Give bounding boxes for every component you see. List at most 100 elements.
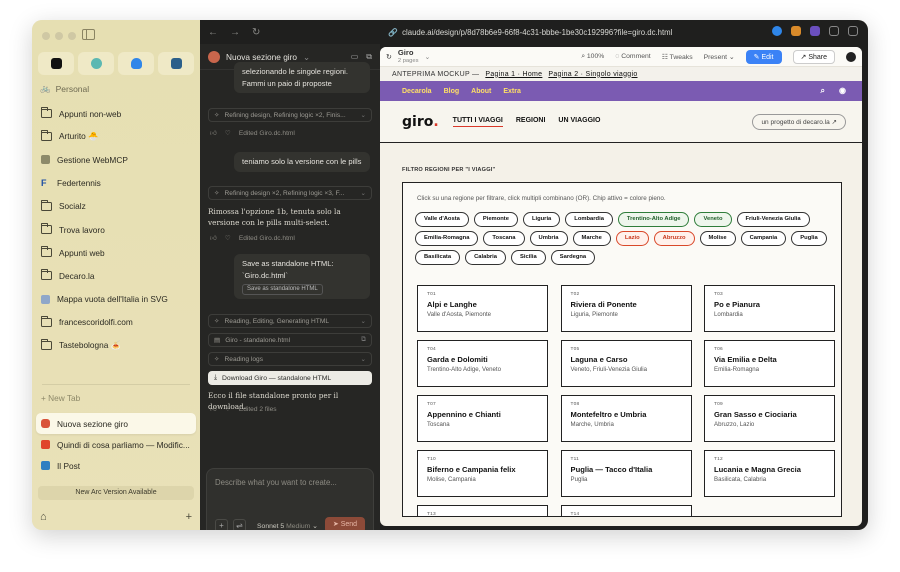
share-button[interactable]: ↗ Share [792, 49, 835, 64]
tool-activity[interactable]: ✧ Reading logs ⌄ [208, 352, 372, 366]
sidebar-toggle-icon[interactable] [82, 29, 95, 40]
preview-title[interactable]: Giro 2 pages [398, 48, 419, 65]
sidebar-tab-il-post[interactable]: Il Post [36, 455, 196, 476]
sidebar-item-francescoridolfi[interactable]: francescoridolfi.com [36, 311, 196, 334]
thumbs-up-icon[interactable]: 👍︎ [210, 234, 217, 242]
trip-card[interactable]: T02 Riviera di Ponente Liguria, Piemonte [560, 285, 692, 332]
trip-card[interactable]: T14 [560, 505, 692, 516]
trip-card[interactable]: T08 Montefeltro e Umbria Marche, Umbria [560, 395, 692, 442]
forward-icon[interactable]: → [230, 27, 240, 38]
nav-regioni[interactable]: REGIONI [516, 117, 546, 127]
nav-about[interactable]: About [471, 88, 491, 95]
region-chip[interactable]: Lazio [615, 231, 649, 246]
url-field[interactable]: 🔗 claude.ai/design/p/8d78b6e9-66f8-4c31-… [388, 28, 672, 37]
tool-activity[interactable]: ✧ Refining design ×2, Refining logic ×3, … [208, 186, 372, 200]
region-chip[interactable]: Sardegna [550, 250, 596, 265]
sidebar-item-appunti-web[interactable]: Appunti web [36, 241, 196, 264]
sidebar-item-arturito[interactable]: Arturito 🐣 [36, 125, 196, 148]
region-chip[interactable]: Liguria [522, 212, 561, 227]
trip-card[interactable]: T01 Alpi e Langhe Valle d'Aosta, Piemonte [417, 285, 548, 332]
heart-icon[interactable]: ♡ [225, 234, 231, 242]
tweaks-button[interactable]: ☷ Tweaks [662, 53, 693, 61]
region-chip[interactable]: Emilia-Romagna [415, 231, 479, 246]
minimize-window-button[interactable] [55, 32, 63, 40]
sidebar-item-decaro-la[interactable]: Decaro.la [36, 264, 196, 287]
project-link[interactable]: un progetto di decaro.la ↗ [752, 113, 846, 130]
chat-title[interactable]: Nuova sezione giro [226, 52, 297, 62]
giro-logo[interactable]: giro. [402, 114, 439, 130]
globe-icon[interactable]: ◉ [839, 86, 846, 96]
region-chip[interactable]: Veneto [694, 212, 732, 227]
region-chip[interactable]: Marche [572, 231, 611, 246]
heart-icon[interactable]: ♡ [225, 405, 231, 413]
zoom-control[interactable]: ⌕ 100% [581, 53, 604, 61]
trip-card[interactable]: T03 Po e Pianura Lombardia [704, 285, 835, 332]
sidebar-item-tastebologna[interactable]: Tastebologna 🍝 [36, 334, 196, 357]
nav-un-viaggio[interactable]: UN VIAGGIO [558, 117, 600, 127]
region-chip[interactable]: Calabria [465, 250, 506, 265]
split-view-icon[interactable] [848, 26, 858, 36]
add-attachment-button[interactable]: + [215, 519, 228, 530]
trip-card[interactable]: T06 Via Emilia e Delta Emilia-Romagna [704, 340, 835, 387]
close-window-button[interactable] [42, 32, 50, 40]
extension-icon[interactable] [810, 26, 820, 36]
present-button[interactable]: Present ⌄ [704, 53, 735, 61]
trip-card[interactable]: T09 Gran Sasso e Ciociaria Abruzzo, Lazio [704, 395, 835, 442]
region-chip[interactable]: Valle d'Aosta [415, 212, 469, 227]
file-row[interactable]: ▤ Giro - standalone.html ⧉ [208, 333, 372, 347]
favorite-bluesky[interactable] [118, 52, 154, 75]
sidebar-tab-nuova-sezione-giro[interactable]: Nuova sezione giro [36, 413, 196, 434]
thumbs-up-icon[interactable]: 👍︎ [210, 129, 217, 137]
region-chip[interactable]: Toscana [483, 231, 525, 246]
back-icon[interactable]: ← [208, 27, 218, 38]
trip-card[interactable]: T11 Puglia — Tacco d'Italia Puglia [560, 450, 692, 497]
user-avatar[interactable] [846, 51, 856, 62]
sidebar-item-trova-lavoro[interactable]: Trova lavoro [36, 218, 196, 241]
trip-card[interactable]: T13 [417, 505, 548, 516]
thumbs-up-icon[interactable]: 👍︎ [210, 405, 217, 413]
favorite-perplexity[interactable] [78, 52, 114, 75]
space-label[interactable]: 🚲 Personal [40, 83, 89, 94]
search-icon[interactable]: ⌕ [821, 86, 825, 96]
plus-icon[interactable]: + [186, 511, 192, 523]
region-chip[interactable]: Lombardia [565, 212, 613, 227]
chat-composer[interactable]: Describe what you want to create... + ⇌ … [206, 468, 374, 530]
region-chip[interactable]: Trentino-Alto Adige [617, 212, 690, 227]
extension-icon[interactable] [772, 26, 782, 36]
trip-card[interactable]: T05 Laguna e Carso Veneto, Friuli-Venezia … [560, 340, 692, 387]
download-button[interactable]: ⤓ Download Giro — standalone HTML [208, 371, 372, 385]
nav-decarola[interactable]: Decarola [402, 88, 432, 95]
region-chip[interactable]: Umbria [529, 231, 568, 246]
trip-card[interactable]: T04 Garda e Dolomiti Trentino-Alto Adige, … [417, 340, 548, 387]
region-chip[interactable]: Piemonte [473, 212, 518, 227]
trip-card[interactable]: T12 Lucania e Magna Grecia Basilicata, Cal… [704, 450, 835, 497]
refresh-icon[interactable]: ↻ [386, 53, 392, 61]
trip-card[interactable]: T10 Biferno e Campania felix Molise, Campa… [417, 450, 548, 497]
region-chip[interactable]: Campania [740, 231, 787, 246]
sidebar-item-gestione-webmcp[interactable]: Gestione WebMCP [36, 148, 196, 171]
send-button[interactable]: ➤ Send [325, 517, 365, 530]
chevron-down-icon[interactable]: ⌄ [425, 53, 431, 61]
tools-button[interactable]: ⇌ [233, 519, 246, 530]
archive-icon[interactable]: ⌂ [40, 511, 47, 523]
chevron-down-icon[interactable]: ⌄ [303, 52, 310, 62]
extension-icon[interactable] [791, 26, 801, 36]
trip-card[interactable]: T07 Appennino e Chianti Toscana [417, 395, 548, 442]
region-chip[interactable]: Abruzzo [653, 231, 695, 246]
comment-button[interactable]: ◌ Comment [615, 53, 650, 60]
sidebar-item-mappa-italia[interactable]: Mappa vuota dell'Italia in SVG [36, 288, 196, 311]
region-chip[interactable]: Sicilia [510, 250, 546, 265]
favorite-notion[interactable] [38, 52, 74, 75]
nav-tutti-i-viaggi[interactable]: TUTTI I VIAGGI [452, 117, 503, 127]
page-1-link[interactable]: Pagina 1 · Home [485, 71, 542, 78]
region-chip[interactable]: Puglia [791, 231, 827, 246]
page-2-link[interactable]: Pagina 2 · Singolo viaggio [548, 71, 637, 78]
new-version-button[interactable]: New Arc Version Available [38, 486, 194, 500]
tool-activity[interactable]: ✧ Refining design, Refining logic ×2, Fin… [208, 108, 372, 122]
nav-extra[interactable]: Extra [503, 88, 521, 95]
composer-input[interactable]: Describe what you want to create... [215, 478, 337, 487]
favorite-app[interactable] [158, 52, 194, 75]
sidebar-item-appunti-non-web[interactable]: Appunti non-web [36, 102, 196, 125]
region-chip[interactable]: Molise [699, 231, 736, 246]
edit-button[interactable]: ✎ Edit [745, 49, 782, 64]
